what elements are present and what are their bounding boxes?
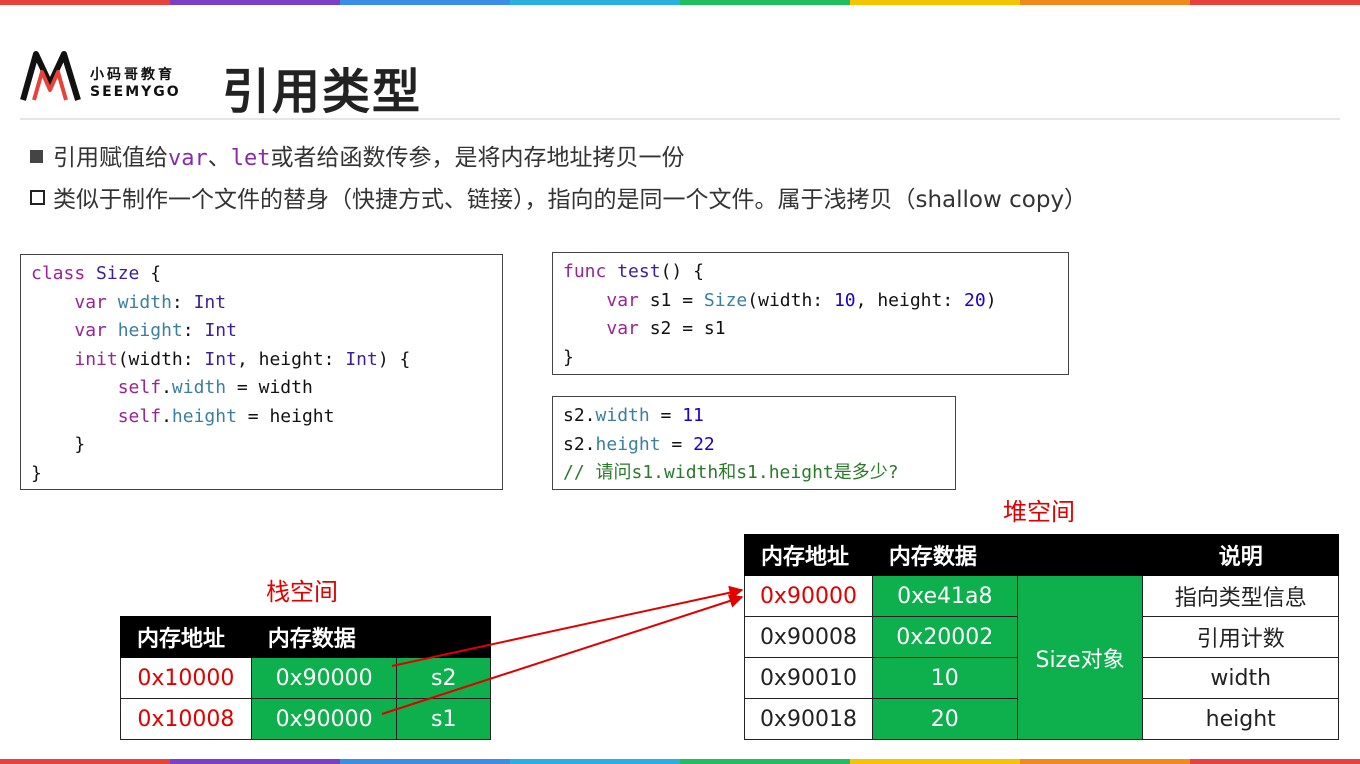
table-row: 0x10000 0x90000 s2 <box>120 657 491 699</box>
heap-addr-cell: 0x90000 <box>744 575 873 617</box>
stack-table-header: 内存地址 内存数据 <box>120 616 491 658</box>
stack-data-cell: 0x90000 <box>250 698 398 740</box>
stack-addr-cell: 0x10000 <box>120 657 252 699</box>
title-divider <box>20 118 1340 120</box>
size-object-cell: Size对象 <box>1016 575 1144 740</box>
brand-name-cn: 小码哥教育 <box>90 67 175 83</box>
stack-var-cell: s2 <box>396 657 491 699</box>
table-row: 0x90000 0xe41a8 Size对象 指向类型信息 <box>744 575 1339 740</box>
brand-name-en: SEEMYGO <box>90 84 181 100</box>
bullet-shallow-copy: 类似于制作一个文件的替身（快捷方式、链接），指向的是同一个文件。属于浅拷贝（sh… <box>30 180 1087 214</box>
heap-data-cell: 0xe41a8 <box>871 575 1018 617</box>
heap-desc-cell: height <box>1142 698 1339 740</box>
stack-memory-table: 内存地址 内存数据 0x10000 0x90000 s2 0x10008 0x9… <box>120 616 491 740</box>
heap-memory-table: 内存地址 内存数据 说明 0x90000 0xe41a8 Size对象 指向类型… <box>744 534 1339 740</box>
heap-space-label: 堆空间 <box>1003 498 1075 526</box>
heap-data-cell: 20 <box>871 698 1018 740</box>
stack-space-label: 栈空间 <box>266 578 338 606</box>
bottom-color-stripe <box>0 759 1360 764</box>
heap-desc-cell: width <box>1142 657 1339 699</box>
page-title: 引用类型 <box>222 64 423 120</box>
bullet-reference-assignment: 引用赋值给var、let或者给函数传参，是将内存地址拷贝一份 <box>30 138 685 172</box>
heap-addr-cell: 0x90018 <box>744 698 873 740</box>
heap-desc-cell: 指向类型信息 <box>1142 575 1339 617</box>
code-block-assignment: s2.width = 11 s2.height = 22 // 请问s1.wid… <box>552 396 956 490</box>
top-color-stripe <box>0 0 1360 5</box>
heap-table-header: 内存地址 内存数据 说明 <box>744 534 1339 576</box>
filled-square-icon <box>30 150 43 163</box>
heap-data-cell: 0x20002 <box>871 616 1018 658</box>
brand-logo: 小码哥教育 SEEMYGO <box>20 46 200 106</box>
stack-addr-cell: 0x10008 <box>120 698 252 740</box>
heap-addr-cell: 0x90010 <box>744 657 873 699</box>
heap-data-cell: 10 <box>871 657 1018 699</box>
code-block-func-test: func test() { var s1 = Size(width: 10, h… <box>552 252 1069 375</box>
hollow-square-icon <box>30 190 45 205</box>
table-row: 0x10008 0x90000 s1 <box>120 698 491 740</box>
m-logo-icon <box>20 51 81 101</box>
stack-data-cell: 0x90000 <box>250 657 398 699</box>
code-block-class-size: class Size { var width: Int var height: … <box>20 254 503 490</box>
heap-desc-cell: 引用计数 <box>1142 616 1339 658</box>
stack-var-cell: s1 <box>396 698 491 740</box>
heap-addr-cell: 0x90008 <box>744 616 873 658</box>
